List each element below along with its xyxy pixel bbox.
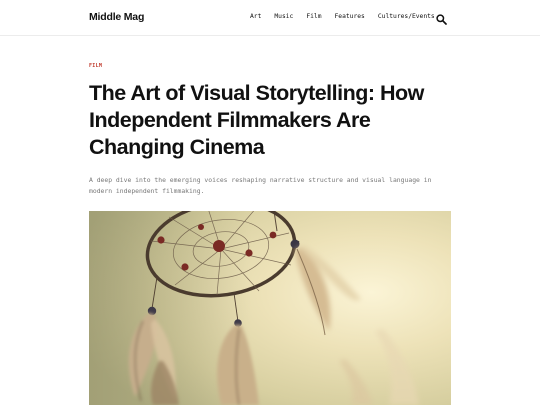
- nav-item-music[interactable]: Music: [274, 13, 293, 20]
- article-title: The Art of Visual Storytelling: How Inde…: [89, 81, 424, 159]
- article-category[interactable]: FILM: [89, 63, 102, 69]
- article-subtitle: A deep dive into the emerging voices res…: [89, 176, 432, 195]
- main-nav: Art Music Film Features Cultures/Events: [250, 13, 448, 20]
- nav-item-art[interactable]: Art: [250, 13, 261, 20]
- nav-item-cultures-events[interactable]: Cultures/Events: [378, 13, 435, 20]
- search-icon[interactable]: [436, 12, 447, 25]
- nav-item-features[interactable]: Features: [335, 13, 365, 20]
- site-header: Middle Mag Art Music Film Features Cultu…: [0, 0, 540, 36]
- hero-image: [89, 211, 451, 405]
- site-logo[interactable]: Middle Mag: [89, 11, 144, 23]
- nav-item-film[interactable]: Film: [306, 13, 321, 20]
